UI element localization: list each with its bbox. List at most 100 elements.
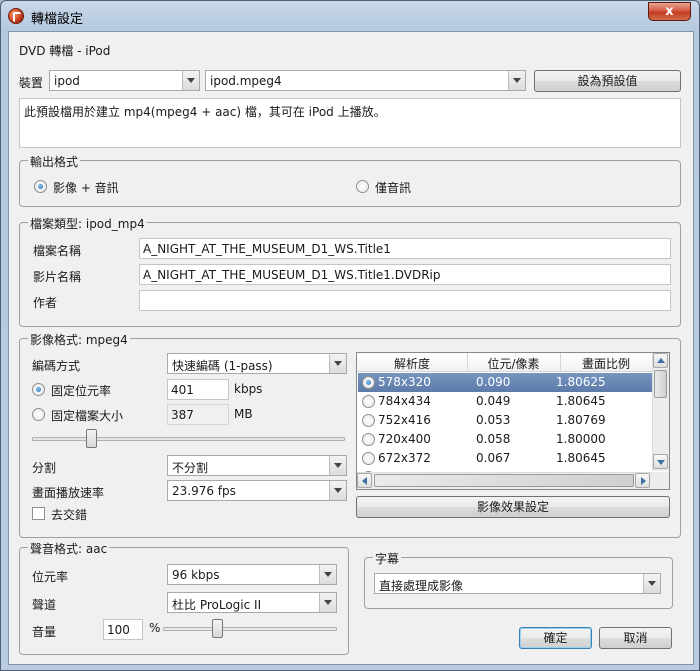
channel-label: 聲道 (32, 598, 57, 612)
file-name-label: 檔案名稱 (33, 244, 82, 258)
fixed-size-label: 固定檔案大小 (51, 409, 124, 423)
video-format-title: 影像格式: mpeg4 (28, 331, 130, 348)
file-name-value: A_NIGHT_AT_THE_MUSEUM_D1_WS.Title1 (143, 242, 391, 256)
column-header-bpp[interactable]: 位元/像素 (467, 355, 560, 372)
dialog-body: DVD 轉檔 - iPod 裝置 ipod ipod.mpeg4 設為預設值 此… (8, 31, 694, 665)
scroll-up-button[interactable] (653, 353, 668, 368)
file-type-title: 檔案類型: ipod_mp4 (28, 215, 147, 232)
table-row[interactable]: 720x400 0.058 1.80000 (358, 430, 652, 449)
profile-description: 此預設檔用於建立 mp4(mpeg4 + aac) 檔，其可在 iPod 上播放… (24, 105, 386, 119)
split-combo[interactable]: 不分割 (167, 455, 347, 476)
cancel-button[interactable]: 取消 (599, 627, 672, 649)
fixed-bitrate-field[interactable]: 401 (167, 379, 229, 400)
column-header-ratio[interactable]: 畫面比例 (560, 355, 652, 372)
bitrate-unit: kbps (234, 382, 263, 396)
profile-combo[interactable]: ipod.mpeg4 (205, 70, 526, 91)
row-radio[interactable] (362, 395, 375, 408)
chevron-down-icon[interactable] (643, 574, 660, 593)
chevron-down-icon[interactable] (319, 593, 336, 612)
audio-bitrate-value: 96 kbps (172, 568, 220, 582)
framerate-combo[interactable]: 23.976 fps (167, 480, 347, 501)
fixed-bitrate-value: 401 (171, 383, 194, 397)
window-title: 轉檔設定 (31, 12, 84, 27)
table-row[interactable]: 578x320 0.090 1.80625 (358, 373, 652, 392)
chevron-down-icon[interactable] (329, 481, 346, 500)
bitrate-slider-track[interactable] (32, 437, 345, 441)
file-name-field[interactable]: A_NIGHT_AT_THE_MUSEUM_D1_WS.Title1 (139, 238, 671, 259)
vertical-scroll-thumb[interactable] (654, 370, 667, 398)
subtitle-combo[interactable]: 直接處理成影像 (374, 573, 661, 594)
audio-only-radio[interactable] (356, 180, 369, 193)
cell-ratio: 1.80645 (556, 394, 606, 408)
cell-bpp: 0.049 (476, 394, 511, 408)
column-header-resolution[interactable]: 解析度 (357, 355, 467, 372)
movie-name-value: A_NIGHT_AT_THE_MUSEUM_D1_WS.Title1.DVDRi… (143, 268, 441, 282)
row-radio[interactable] (362, 414, 375, 427)
row-radio[interactable] (362, 433, 375, 446)
encode-method-combo[interactable]: 快速編碼 (1-pass) (167, 353, 347, 374)
fixed-size-value: 387 (171, 408, 194, 422)
device-combo[interactable]: ipod (49, 70, 200, 91)
chevron-down-icon[interactable] (508, 71, 525, 90)
author-label: 作者 (33, 296, 58, 310)
audio-bitrate-label: 位元率 (32, 570, 69, 584)
volume-field[interactable]: 100 (103, 619, 143, 640)
cell-ratio: 1.80645 (556, 451, 606, 465)
split-value: 不分割 (172, 461, 209, 475)
output-format-group: 輸出格式 影像 + 音訊 僅音訊 (19, 153, 681, 207)
channel-combo[interactable]: 杜比 ProLogic II (167, 592, 337, 613)
volume-label: 音量 (32, 625, 57, 639)
scroll-down-button[interactable] (653, 454, 668, 469)
chevron-down-icon[interactable] (329, 354, 346, 373)
cell-bpp: 0.090 (476, 375, 511, 389)
title-bar[interactable]: 轉檔設定 x (1, 1, 699, 31)
table-row[interactable]: 752x416 0.053 1.80769 (358, 411, 652, 430)
chevron-down-icon[interactable] (319, 565, 336, 584)
author-field[interactable] (139, 290, 671, 311)
movie-name-label: 影片名稱 (33, 270, 82, 284)
movie-name-field[interactable]: A_NIGHT_AT_THE_MUSEUM_D1_WS.Title1.DVDRi… (139, 264, 671, 285)
dialog-subtitle: DVD 轉檔 - iPod (19, 44, 111, 58)
video-effects-button[interactable]: 影像效果設定 (356, 496, 670, 518)
device-label: 裝置 (19, 76, 44, 90)
table-row[interactable]: 672x372 0.067 1.80645 (358, 449, 652, 468)
close-button[interactable]: x (648, 2, 691, 21)
subtitle-title: 字幕 (373, 550, 402, 567)
scroll-left-button[interactable] (357, 473, 372, 488)
row-radio[interactable] (362, 376, 375, 389)
file-type-group: 檔案類型: ipod_mp4 檔案名稱 A_NIGHT_AT_THE_MUSEU… (19, 215, 681, 327)
deinterlace-label: 去交錯 (51, 508, 88, 522)
encode-method-label: 編碼方式 (32, 359, 81, 373)
volume-value: 100 (107, 623, 130, 637)
cell-resolution: 578x320 (378, 375, 431, 389)
scroll-right-button[interactable] (635, 473, 650, 488)
output-format-title: 輸出格式 (28, 153, 81, 170)
vertical-scrollbar[interactable] (652, 353, 669, 471)
horizontal-scrollbar[interactable] (357, 472, 652, 489)
chevron-down-icon[interactable] (329, 456, 346, 475)
conversion-settings-window: 轉檔設定 x DVD 轉檔 - iPod 裝置 ipod ipod.mpeg4 … (0, 0, 700, 671)
set-default-button[interactable]: 設為預設值 (534, 70, 681, 92)
cell-ratio: 1.80625 (556, 375, 606, 389)
fixed-size-field[interactable]: 387 (167, 404, 229, 425)
encode-method-value: 快速編碼 (1-pass) (172, 359, 273, 373)
volume-slider-thumb[interactable] (211, 619, 223, 638)
fixed-bitrate-radio[interactable] (32, 383, 45, 396)
video-audio-radio[interactable] (34, 180, 47, 193)
audio-format-title: 聲音格式: aac (28, 540, 110, 557)
row-radio[interactable] (362, 452, 375, 465)
audio-bitrate-combo[interactable]: 96 kbps (167, 564, 337, 585)
profile-combo-value: ipod.mpeg4 (210, 74, 282, 88)
cell-resolution: 752x416 (378, 413, 431, 427)
cell-bpp: 0.053 (476, 413, 511, 427)
size-unit: MB (234, 407, 253, 421)
chevron-down-icon[interactable] (182, 71, 199, 90)
horizontal-scroll-thumb[interactable] (374, 474, 634, 487)
table-row[interactable]: 784x434 0.049 1.80645 (358, 392, 652, 411)
volume-slider-track[interactable] (163, 627, 337, 631)
bitrate-slider-thumb[interactable] (86, 429, 98, 448)
cell-ratio: 1.80769 (556, 413, 606, 427)
ok-button[interactable]: 確定 (519, 627, 592, 649)
fixed-size-radio[interactable] (32, 408, 45, 421)
deinterlace-checkbox[interactable] (32, 507, 45, 520)
